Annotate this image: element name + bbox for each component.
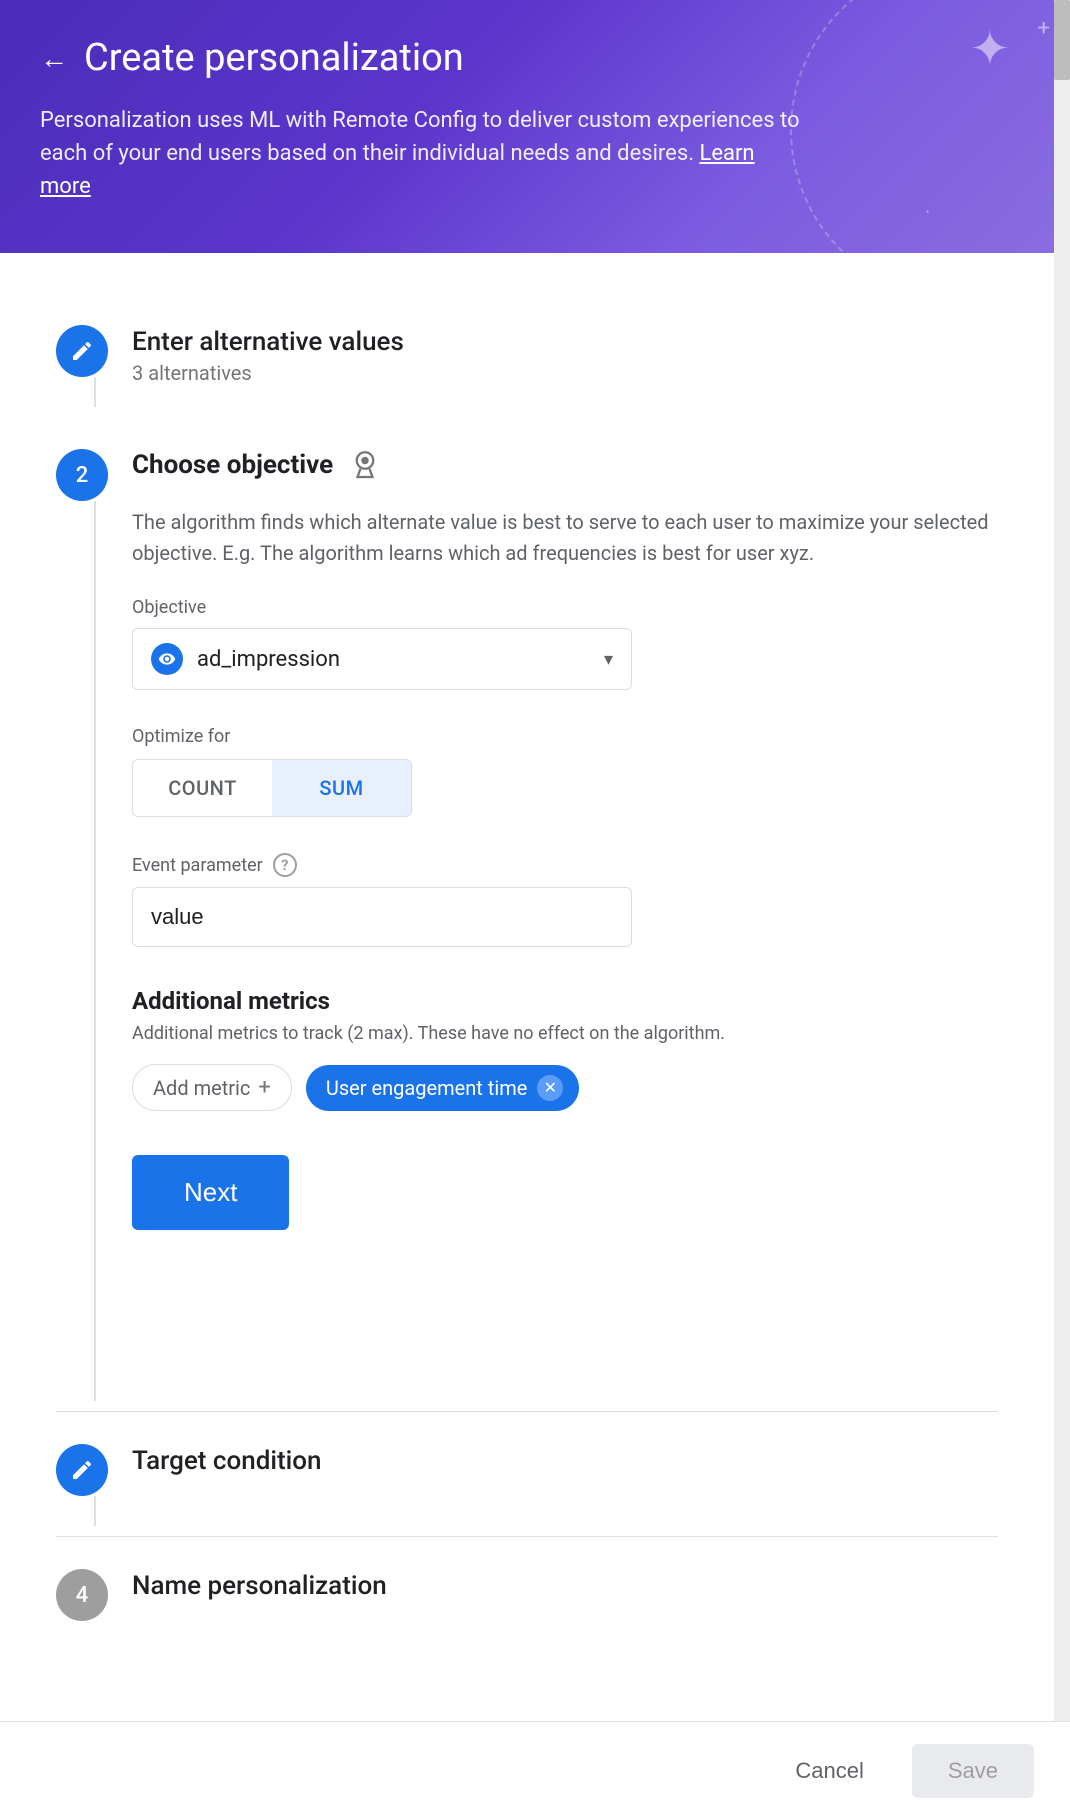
chip-metric-label: User engagement time: [326, 1076, 527, 1100]
step-3-title: Target condition: [132, 1446, 998, 1476]
add-metric-chip[interactable]: Add metric +: [132, 1064, 292, 1111]
scrollbar-thumb[interactable]: [1054, 0, 1070, 80]
step-4-row: 4 Name personalization: [56, 1537, 998, 1631]
step-1-subtitle: 3 alternatives: [132, 361, 404, 385]
step-4-title: Name personalization: [132, 1571, 998, 1601]
additional-metrics-section: Additional metrics Additional metrics to…: [132, 987, 998, 1111]
objective-label: Objective: [132, 597, 998, 618]
objective-dropdown[interactable]: ad_impression ▾: [132, 628, 632, 690]
optimize-section: Optimize for COUNT SUM: [132, 726, 998, 817]
step-4-number: 4: [76, 1583, 89, 1608]
dropdown-arrow-icon: ▾: [604, 649, 613, 670]
step-3-content: Target condition: [132, 1442, 998, 1476]
step-1-title: Enter alternative values: [132, 327, 404, 357]
objective-value: ad_impression: [197, 647, 590, 672]
objective-dropdown-icon: [151, 643, 183, 675]
page-title: Create personalization: [84, 36, 464, 80]
next-button[interactable]: Next: [132, 1155, 289, 1230]
toggle-sum[interactable]: SUM: [272, 760, 411, 816]
header: ✦ + · ← Create personalization Personali…: [0, 0, 1070, 253]
save-button: Save: [912, 1744, 1034, 1798]
step-2-content: Choose objective The algorithm finds whi…: [132, 447, 998, 1270]
step-4-content: Name personalization: [132, 1567, 998, 1601]
step-4-circle: 4: [56, 1569, 108, 1621]
decorative-star-2: +: [1038, 16, 1050, 41]
chip-close-button[interactable]: ✕: [537, 1075, 563, 1101]
user-engagement-chip: User engagement time ✕: [306, 1065, 579, 1111]
back-button[interactable]: ←: [40, 42, 68, 75]
optimize-label: Optimize for: [132, 726, 998, 747]
header-description: Personalization uses ML with Remote Conf…: [40, 104, 800, 203]
objective-icon: [347, 447, 383, 483]
toggle-count[interactable]: COUNT: [133, 760, 272, 816]
decorative-star-1: ✦: [970, 20, 1010, 77]
add-metric-label: Add metric: [153, 1076, 250, 1100]
event-param-input[interactable]: [132, 887, 632, 947]
decorative-star-3: ·: [925, 202, 930, 223]
event-param-section: Event parameter ?: [132, 853, 998, 947]
main-content: Enter alternative values 3 alternatives …: [0, 253, 1054, 1751]
step-3-circle: [56, 1444, 108, 1496]
step-3-row: Target condition: [56, 1412, 998, 1536]
step-1-circle: [56, 325, 108, 377]
step-2-circle: 2: [56, 449, 108, 501]
next-section: Next: [132, 1155, 998, 1230]
help-icon[interactable]: ?: [273, 853, 297, 877]
chips-row: Add metric + User engagement time ✕: [132, 1064, 998, 1111]
cancel-button[interactable]: Cancel: [771, 1744, 887, 1798]
step-2-description: The algorithm finds which alternate valu…: [132, 507, 998, 569]
footer: Cancel Save: [0, 1721, 1070, 1820]
additional-metrics-title: Additional metrics: [132, 987, 998, 1015]
additional-metrics-subtitle: Additional metrics to track (2 max). The…: [132, 1023, 998, 1044]
optimize-toggle[interactable]: COUNT SUM: [132, 759, 412, 817]
step-2-number: 2: [76, 463, 89, 488]
step-2-title: Choose objective: [132, 450, 333, 480]
add-icon: +: [258, 1075, 270, 1100]
step-1-row: Enter alternative values 3 alternatives: [56, 293, 998, 417]
event-param-label: Event parameter: [132, 855, 263, 876]
scrollbar[interactable]: [1054, 0, 1070, 1820]
step-2-row: 2 Choose objective The algorithm finds w…: [56, 417, 998, 1411]
